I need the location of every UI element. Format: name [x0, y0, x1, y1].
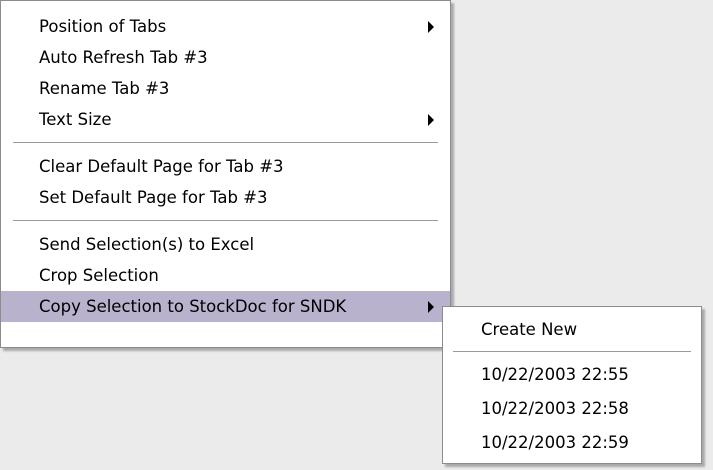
submenu-arrow-icon — [428, 20, 434, 33]
submenu-arrow-icon — [428, 300, 434, 313]
menu-item-label: Auto Refresh Tab #3 — [39, 48, 208, 67]
submenu-item-stockdoc-entry[interactable]: 10/22/2003 22:59 — [443, 426, 701, 460]
menu-item-clear-default-page[interactable]: Clear Default Page for Tab #3 — [1, 151, 450, 182]
submenu-item-create-new[interactable]: Create New — [443, 313, 701, 347]
menu-item-copy-to-stockdoc[interactable]: Copy Selection to StockDoc for SNDK — [1, 291, 450, 322]
menu-item-rename-tab[interactable]: Rename Tab #3 — [1, 73, 450, 104]
menu-item-position-of-tabs[interactable]: Position of Tabs — [1, 11, 450, 42]
stockdoc-submenu: Create New 10/22/2003 22:55 10/22/2003 2… — [442, 306, 702, 464]
menu-item-auto-refresh-tab[interactable]: Auto Refresh Tab #3 — [1, 42, 450, 73]
submenu-arrow-icon — [428, 113, 434, 126]
menu-separator — [453, 351, 691, 352]
menu-item-label: Create New — [481, 320, 578, 339]
menu-item-label: 10/22/2003 22:58 — [481, 399, 629, 418]
menu-item-send-to-excel[interactable]: Send Selection(s) to Excel — [1, 229, 450, 260]
menu-separator — [13, 220, 438, 221]
context-menu: Position of Tabs Auto Refresh Tab #3 Ren… — [0, 0, 451, 348]
submenu-item-stockdoc-entry[interactable]: 10/22/2003 22:58 — [443, 392, 701, 426]
menu-item-label: Send Selection(s) to Excel — [39, 235, 255, 254]
menu-item-set-default-page[interactable]: Set Default Page for Tab #3 — [1, 182, 450, 213]
menu-item-label: Copy Selection to StockDoc for SNDK — [39, 297, 347, 316]
menu-item-label: 10/22/2003 22:55 — [481, 365, 629, 384]
menu-separator — [13, 142, 438, 143]
menu-item-crop-selection[interactable]: Crop Selection — [1, 260, 450, 291]
menu-item-label: Text Size — [39, 110, 112, 129]
menu-item-label: Set Default Page for Tab #3 — [39, 188, 268, 207]
menu-item-label: Clear Default Page for Tab #3 — [39, 157, 284, 176]
menu-item-label: Rename Tab #3 — [39, 79, 170, 98]
menu-item-text-size[interactable]: Text Size — [1, 104, 450, 135]
submenu-item-stockdoc-entry[interactable]: 10/22/2003 22:55 — [443, 358, 701, 392]
menu-item-label: Position of Tabs — [39, 17, 167, 36]
menu-item-label: 10/22/2003 22:59 — [481, 433, 629, 452]
menu-item-label: Crop Selection — [39, 266, 159, 285]
